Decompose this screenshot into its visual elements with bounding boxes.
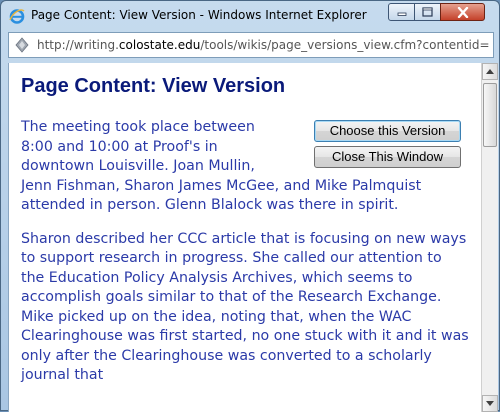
page-content: Page Content: View Version Choose this V… — [8, 63, 481, 412]
minimize-icon — [397, 12, 406, 16]
vertical-scrollbar[interactable] — [481, 63, 498, 412]
title-bar[interactable]: Page Content: View Version - Windows Int… — [1, 1, 499, 31]
maximize-button[interactable] — [414, 3, 441, 21]
close-icon — [457, 6, 468, 18]
scroll-thumb[interactable] — [483, 83, 497, 147]
close-window-button[interactable] — [440, 3, 485, 21]
arrow-down-icon — [486, 401, 494, 406]
scroll-down-button[interactable] — [482, 395, 498, 412]
browser-window: Page Content: View Version - Windows Int… — [0, 0, 500, 412]
url-path: /tools/wikis/page_versions_view.cfm?cont… — [200, 38, 490, 52]
paragraph-1-line: The meeting took place between — [21, 119, 255, 135]
paragraph-1-line: 8:00 and 10:00 at Proof's in — [21, 138, 218, 155]
window-title: Page Content: View Version - Windows Int… — [31, 8, 367, 22]
url-text[interactable]: http://writing.colostate.edu/tools/wikis… — [37, 38, 492, 52]
internet-explorer-icon — [9, 9, 25, 24]
url-prefix: http://writing. — [37, 38, 119, 52]
arrow-up-icon — [486, 69, 494, 74]
page-title: Page Content: View Version — [21, 75, 286, 97]
address-bar[interactable]: http://writing.colostate.edu/tools/wikis… — [8, 32, 494, 58]
minimize-button[interactable] — [388, 3, 415, 21]
paragraph-1-rest: Jenn Fishman, Sharon James McGee, and Mi… — [21, 177, 422, 214]
version-body: The meeting took place between 8:00 and … — [21, 118, 469, 400]
page-icon — [15, 37, 29, 53]
url-domain: colostate.edu — [118, 38, 201, 52]
paragraph-2: Sharon described her CCC article that is… — [21, 230, 469, 384]
maximize-icon — [422, 7, 433, 17]
paragraph-1-line: downtown Louisville. Joan Mullin, — [21, 158, 255, 174]
paragraph-1: The meeting took place between 8:00 and … — [21, 118, 469, 216]
scroll-up-button[interactable] — [482, 63, 498, 80]
